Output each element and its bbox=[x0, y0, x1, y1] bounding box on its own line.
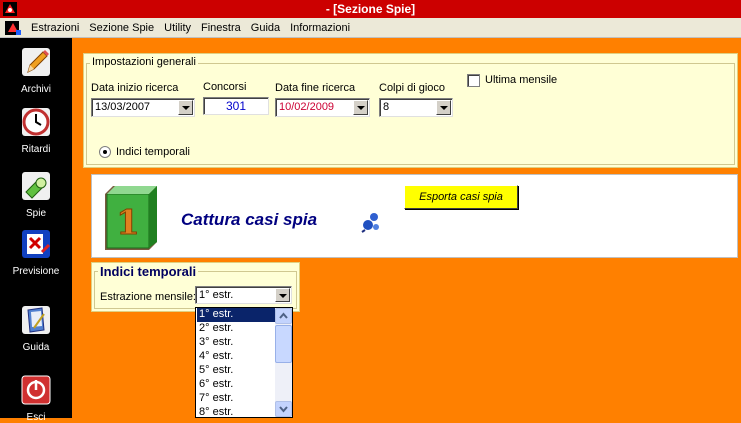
window-title: - [Sezione Spie] bbox=[325, 2, 416, 16]
scroll-up-button[interactable] bbox=[275, 308, 292, 324]
sidebar-item-label: Spie bbox=[25, 208, 46, 219]
general-settings-panel: Impostazioni generali Data inizio ricerc… bbox=[83, 53, 738, 168]
indici-temporali-panel: Indici temporali Estrazione mensile: 1° … bbox=[91, 262, 300, 312]
book-icon bbox=[22, 306, 50, 334]
ultima-mensile-label: Ultima mensile bbox=[485, 74, 558, 86]
prediction-icon bbox=[22, 230, 51, 258]
dropdown-option[interactable]: 4° estr. bbox=[197, 350, 275, 364]
dropdown-option[interactable]: 6° estr. bbox=[197, 378, 275, 392]
sidebar-item-spie[interactable]: Spie bbox=[0, 170, 72, 219]
network-icon[interactable] bbox=[360, 211, 382, 233]
clock-icon bbox=[22, 108, 50, 136]
banner-title: Cattura casi spia bbox=[181, 210, 318, 229]
sidebar-item-guida[interactable]: Guida bbox=[0, 304, 72, 353]
chevron-down-icon[interactable] bbox=[436, 100, 451, 115]
step-one-icon: 1 bbox=[105, 186, 157, 250]
scroll-thumb[interactable] bbox=[275, 325, 292, 363]
menu-finestra[interactable]: Finestra bbox=[196, 22, 246, 34]
start-date-label: Data inizio ricerca bbox=[91, 82, 179, 94]
end-date-label: Data fine ricerca bbox=[275, 82, 356, 94]
sidebar-item-archivi[interactable]: Archivi bbox=[0, 46, 72, 95]
flashlight-icon bbox=[22, 172, 50, 200]
app-icon[interactable] bbox=[2, 1, 18, 17]
estrazione-mensile-combo[interactable]: 1° estr. bbox=[195, 286, 292, 304]
dropdown-option[interactable]: 3° estr. bbox=[197, 336, 275, 350]
dropdown-option[interactable]: 7° estr. bbox=[197, 392, 275, 406]
dropdown-scrollbar[interactable] bbox=[275, 308, 292, 417]
app-menu-icon[interactable] bbox=[4, 20, 22, 36]
chevron-down-icon[interactable] bbox=[275, 288, 290, 302]
estrazione-mensile-value: 1° estr. bbox=[199, 289, 234, 301]
colpi-label: Colpi di gioco bbox=[379, 82, 446, 94]
menu-informazioni[interactable]: Informazioni bbox=[285, 22, 355, 34]
indici-temporali-radio-label: Indici temporali bbox=[116, 146, 190, 158]
sidebar-item-label: Ritardi bbox=[21, 144, 51, 155]
scroll-down-button[interactable] bbox=[275, 401, 292, 417]
dropdown-option[interactable]: 5° estr. bbox=[197, 364, 275, 378]
menu-bar: Estrazioni Sezione Spie Utility Finestra… bbox=[0, 18, 741, 38]
general-settings-legend: Impostazioni generali bbox=[90, 56, 198, 68]
chevron-down-icon[interactable] bbox=[178, 100, 193, 115]
menu-guida[interactable]: Guida bbox=[246, 22, 285, 34]
estrazione-mensile-label: Estrazione mensile: bbox=[100, 291, 196, 303]
sidebar-item-label: Archivi bbox=[20, 84, 51, 95]
start-date-combo[interactable]: 13/03/2007 bbox=[91, 98, 195, 117]
indici-temporali-legend: Indici temporali bbox=[98, 264, 199, 279]
sidebar-item-ritardi[interactable]: Ritardi bbox=[0, 106, 72, 155]
chevron-down-icon bbox=[279, 406, 288, 413]
estrazione-dropdown-list[interactable]: 1° estr. 2° estr. 3° estr. 4° estr. 5° e… bbox=[195, 307, 293, 418]
menu-estrazioni[interactable]: Estrazioni bbox=[26, 22, 84, 34]
capture-banner: 1 Cattura casi spia Esporta casi spia bbox=[91, 174, 738, 258]
indici-temporali-radio[interactable] bbox=[99, 146, 111, 158]
concorsi-field[interactable]: 301 bbox=[203, 97, 269, 115]
concorsi-label: Concorsi bbox=[203, 81, 247, 93]
sidebar-item-label: Previsione bbox=[12, 266, 60, 277]
exit-icon bbox=[21, 375, 51, 405]
ultima-mensile-checkbox[interactable] bbox=[467, 74, 480, 87]
end-date-combo[interactable]: 10/02/2009 bbox=[275, 98, 370, 117]
colpi-value: 8 bbox=[383, 101, 390, 113]
sidebar-item-esci[interactable]: Esci bbox=[0, 374, 72, 423]
sidebar-item-previsione[interactable]: Previsione bbox=[0, 228, 72, 277]
chevron-up-icon bbox=[279, 312, 288, 319]
sidebar-item-label: Guida bbox=[22, 342, 50, 353]
colpi-combo[interactable]: 8 bbox=[379, 98, 453, 117]
title-bar: - [Sezione Spie] bbox=[0, 0, 741, 18]
export-button[interactable]: Esporta casi spia bbox=[404, 185, 518, 209]
menu-sezione-spie[interactable]: Sezione Spie bbox=[84, 22, 159, 34]
dropdown-option[interactable]: 1° estr. bbox=[197, 308, 275, 322]
end-date-value: 10/02/2009 bbox=[279, 101, 335, 113]
chevron-down-icon[interactable] bbox=[353, 100, 368, 115]
dropdown-option[interactable]: 2° estr. bbox=[197, 322, 275, 336]
menu-utility[interactable]: Utility bbox=[159, 22, 196, 34]
pencil-icon bbox=[22, 48, 50, 76]
sidebar: Archivi Ritardi Spie Previsione Guida Es… bbox=[0, 38, 72, 423]
start-date-value: 13/03/2007 bbox=[95, 101, 151, 113]
step-number: 1 bbox=[116, 203, 140, 243]
